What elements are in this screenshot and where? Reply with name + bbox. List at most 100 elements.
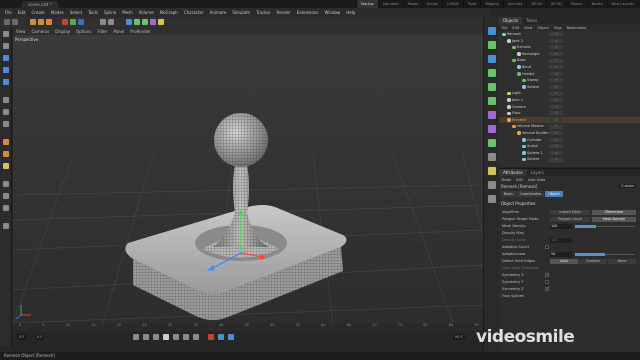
sky-icon[interactable] [488,195,496,203]
enabled-check-icon[interactable]: ✓ [555,84,558,91]
menu-simulate[interactable]: Simulate [229,10,253,15]
spline-pen-icon[interactable] [134,19,140,25]
keyframe-selection-icon[interactable] [228,334,234,340]
layout-tab-standard[interactable]: Standard [377,0,403,8]
symmetry-x-checkbox[interactable] [545,272,549,277]
volume-builder-icon[interactable] [488,97,496,105]
enabled-check-icon[interactable]: ✓ [555,123,558,130]
workplane-icon[interactable] [3,151,9,157]
enabled-check-icon[interactable]: ✓ [555,77,558,84]
mesh-density-slider[interactable] [575,225,635,228]
object-row[interactable]: Camera ✓ [499,104,640,111]
object-row[interactable]: Floor ✓ [499,110,640,117]
enabled-check-icon[interactable]: ✓ [555,57,558,64]
text-tool-icon[interactable] [488,55,496,63]
menu-volume[interactable]: Volume [136,10,157,15]
layout-tab-paint[interactable]: Paint [462,0,481,8]
menu-extensions[interactable]: Extensions [294,10,322,15]
adaptiveness-input[interactable]: 50 [550,251,572,257]
go-to-start-icon[interactable] [133,334,139,340]
lock-icon[interactable] [3,223,9,229]
redo-icon[interactable] [12,19,18,25]
points-mode-icon[interactable] [3,97,9,103]
enabled-check-icon[interactable]: ✓ [555,110,558,117]
deformer-icon[interactable] [150,19,156,25]
current-frame-field[interactable]: 0 F [35,334,45,340]
viewport-menu-prorender[interactable]: ProRender [127,29,154,34]
previous-frame-icon[interactable] [153,334,159,340]
polygons-mode-icon[interactable] [3,121,9,127]
start-frame-field[interactable]: 0 F [17,334,27,340]
enabled-check-icon[interactable]: ✓ [555,71,558,78]
camera-icon[interactable] [488,153,496,161]
attr-subtab-object[interactable]: Object [545,191,563,197]
om-menu-file[interactable]: File [499,26,510,30]
attr-tab-layers[interactable]: Layers [527,169,548,176]
object-row[interactable]: Bend ✓ [499,64,640,71]
menu-tools[interactable]: Tools [85,10,101,15]
enabled-check-icon[interactable]: ✓ [555,130,558,137]
om-tab-takes[interactable]: Takes [522,17,541,24]
enabled-check-icon[interactable]: ✓ [555,38,558,45]
light-icon[interactable] [158,19,164,25]
previous-key-icon[interactable] [143,334,149,340]
zremesher-button[interactable]: ZRemesher [592,209,636,215]
menu-help[interactable]: Help [343,10,358,15]
object-row[interactable]: Handle ✓ [499,71,640,78]
select-tool-icon[interactable] [3,31,9,37]
menu-tracker[interactable]: Tracker [253,10,273,15]
brush-icon[interactable] [3,193,9,199]
adaptiveness-slider[interactable] [575,253,635,256]
menu-window[interactable]: Window [321,10,343,15]
enabled-check-icon[interactable]: ✓ [555,137,558,144]
document-tab[interactable]: scene.c4d * [22,1,58,8]
next-key-icon[interactable] [183,334,189,340]
symmetry-z-checkbox[interactable] [545,286,549,291]
move-tool-icon[interactable] [30,19,36,25]
render-settings-icon[interactable] [108,19,114,25]
enabled-check-icon[interactable]: ✓ [555,104,558,111]
menu-select[interactable]: Select [67,10,85,15]
snap-icon[interactable] [3,139,9,145]
object-row[interactable]: Cylinder ✓ [499,137,640,144]
menu-edit[interactable]: Edit [15,10,29,15]
record-icon[interactable] [208,334,214,340]
next-frame-icon[interactable] [173,334,179,340]
menu-spline[interactable]: Spline [101,10,119,15]
object-row[interactable]: Remesh ✓ [499,31,640,38]
enabled-check-icon[interactable]: ✓ [555,97,558,104]
polygon-count-button[interactable]: Polygon Count [550,216,590,222]
cube-icon[interactable] [126,19,132,25]
object-row[interactable]: Sphere.1 ✓ [499,150,640,157]
om-menu-edit[interactable]: Edit [510,26,522,30]
om-tab-objects[interactable]: Objects [499,17,523,24]
object-row[interactable]: Remesh ✓ [499,116,640,124]
object-row[interactable]: Sweep ✓ [499,77,640,84]
object-row[interactable]: Joint 1 ✓ [499,97,640,104]
layout-tab-uvedit[interactable]: UVEdit [442,0,463,8]
layout-tab-sculpt[interactable]: Sculpt [422,0,442,8]
viewport-menu-filter[interactable]: Filter [94,29,110,34]
hard-edges-none-button[interactable]: None [608,258,636,264]
attr-menu-user-data[interactable]: User Data [525,178,547,182]
enabled-check-icon[interactable]: ✓ [555,156,558,163]
menu-mesh[interactable]: Mesh [119,10,136,15]
enabled-check-icon[interactable]: ✓ [555,31,558,38]
layout-tab-rigging[interactable]: Rigging [480,0,502,8]
floor-icon[interactable] [488,181,496,189]
effector-icon[interactable] [488,125,496,133]
rotate-tool-icon[interactable] [46,19,52,25]
menu-character[interactable]: Character [181,10,207,15]
om-menu-bookmarks[interactable]: Bookmarks [564,26,589,30]
timeline-ruler[interactable]: 0 5 10 15 20 25 30 35 40 45 50 55 60 65 70 75 80 85 90 [13,323,483,331]
z-axis-icon[interactable] [78,19,84,25]
menu-mograph[interactable]: MoGraph [157,10,181,15]
viewport-menu-view[interactable]: View [13,29,29,34]
go-to-end-icon[interactable] [193,334,199,340]
light-object-icon[interactable] [488,167,496,175]
object-row[interactable]: Volume Builder ✓ [499,130,640,137]
symmetry-y-checkbox[interactable] [545,280,549,284]
edges-mode-icon[interactable] [3,109,9,115]
object-row[interactable]: Light ✓ [499,90,640,97]
magnet-icon[interactable] [3,163,9,169]
